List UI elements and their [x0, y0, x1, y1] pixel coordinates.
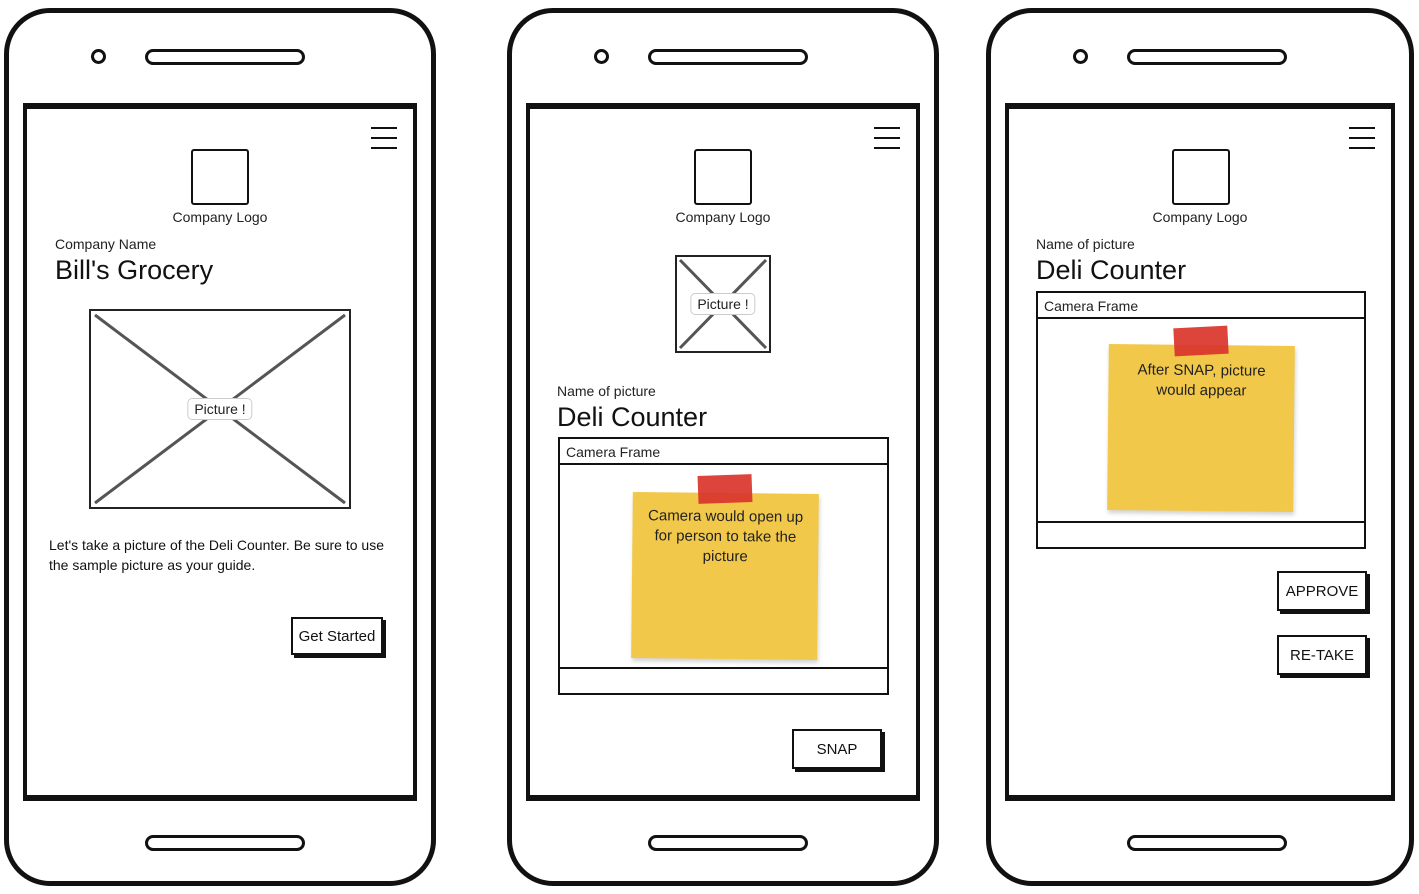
company-logo-label: Company Logo	[675, 209, 771, 225]
hamburger-menu-icon[interactable]	[371, 127, 397, 149]
camera-frame-header: Camera Frame	[560, 439, 887, 465]
home-button	[648, 835, 808, 851]
company-logo-label: Company Logo	[172, 209, 268, 225]
company-logo-placeholder	[191, 149, 249, 205]
sticky-note-text: After SNAP, picture would appear	[1137, 361, 1266, 400]
picture-name-label: Name of picture	[557, 383, 656, 399]
speaker-grille	[648, 49, 808, 65]
picture-name-title: Deli Counter	[1036, 255, 1187, 285]
picture-name-title: Deli Counter	[557, 402, 708, 432]
phone-screen: Company Logo Name of picture Deli Counte…	[1005, 103, 1395, 801]
instruction-text: Let's take a picture of the Deli Counter…	[49, 537, 384, 573]
camera-frame[interactable]: Camera Frame Camera would open up for pe…	[558, 437, 889, 695]
company-logo-label: Company Logo	[1152, 209, 1248, 225]
company-logo-placeholder	[694, 149, 752, 205]
speaker-grille	[1127, 49, 1287, 65]
tape-strip	[1173, 325, 1229, 357]
retake-button[interactable]: RE-TAKE	[1277, 635, 1367, 675]
phone-mockup-2: Company Logo Picture ! Name of picture D…	[507, 8, 939, 886]
sticky-note: Camera would open up for person to take …	[631, 492, 819, 660]
front-camera-icon	[91, 49, 106, 64]
front-camera-icon	[594, 49, 609, 64]
camera-frame-footer	[560, 667, 887, 693]
hamburger-menu-icon[interactable]	[1349, 127, 1375, 149]
company-name-title: Bill's Grocery	[55, 255, 214, 285]
get-started-button[interactable]: Get Started	[291, 617, 383, 655]
home-button	[145, 835, 305, 851]
sample-picture-thumbnail: Picture !	[675, 255, 771, 353]
phone-mockup-3: Company Logo Name of picture Deli Counte…	[986, 8, 1414, 886]
camera-frame[interactable]: Camera Frame After SNAP, picture would a…	[1036, 291, 1366, 549]
company-name-label: Company Name	[55, 236, 157, 252]
camera-frame-footer	[1038, 521, 1364, 547]
picture-tag: Picture !	[187, 398, 253, 420]
tape-strip	[697, 474, 753, 504]
snap-button[interactable]: SNAP	[792, 729, 882, 769]
phone-mockup-1: Company Logo Company Name Bill's Grocery…	[4, 8, 436, 886]
company-logo-placeholder	[1172, 149, 1230, 205]
sticky-note: After SNAP, picture would appear	[1107, 344, 1295, 512]
front-camera-icon	[1073, 49, 1088, 64]
phone-screen: Company Logo Picture ! Name of picture D…	[526, 103, 920, 801]
picture-tag: Picture !	[690, 293, 756, 315]
sample-picture-placeholder: Picture !	[89, 309, 351, 509]
hamburger-menu-icon[interactable]	[874, 127, 900, 149]
speaker-grille	[145, 49, 305, 65]
phone-screen: Company Logo Company Name Bill's Grocery…	[23, 103, 417, 801]
approve-button[interactable]: APPROVE	[1277, 571, 1367, 611]
sticky-note-text: Camera would open up for person to take …	[647, 507, 804, 566]
home-button	[1127, 835, 1287, 851]
camera-frame-header: Camera Frame	[1038, 293, 1364, 319]
picture-name-label: Name of picture	[1036, 236, 1135, 252]
